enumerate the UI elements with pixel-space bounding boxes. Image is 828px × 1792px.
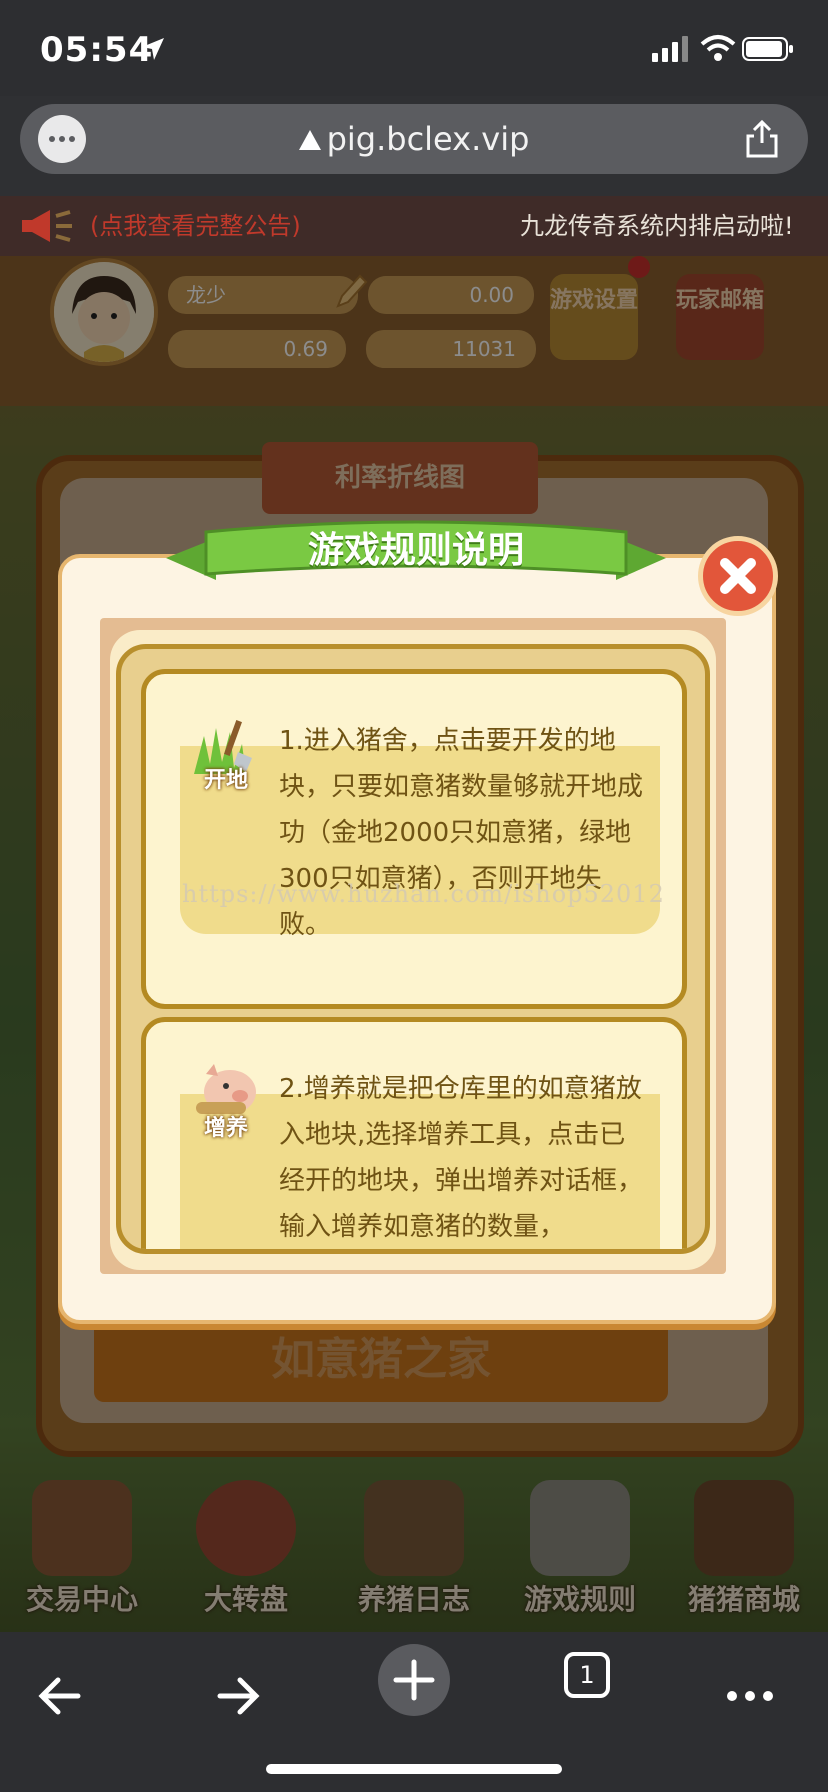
share-icon[interactable]: [742, 119, 782, 159]
rule-card: 增养 2.增养就是把仓库里的如意猪放入地块,选择增养工具，点击已经开的地块，弹出…: [141, 1017, 687, 1249]
insecure-warning-icon: [298, 130, 321, 150]
battery-icon: [742, 37, 793, 61]
wifi-icon: [700, 35, 736, 61]
watermark-text: https://www.huzhan.com/ishop52012: [182, 880, 665, 908]
announcement-link[interactable]: (点我查看完整公告): [90, 204, 301, 248]
close-button[interactable]: [698, 536, 778, 616]
forward-icon[interactable]: [206, 1664, 270, 1728]
status-bar: 05:54: [0, 0, 828, 96]
more-icon[interactable]: [718, 1664, 782, 1728]
announcement-marquee: 九龙传奇系统内排启动啦!: [520, 212, 794, 240]
rule-card: 开地 1.进入猪舍，点击要开发的地块，只要如意猪数量够就开地成功（金地2000只…: [141, 669, 687, 1009]
pig-icon: 增养: [186, 1062, 266, 1142]
rule-text: 1.进入猪舍，点击要开发的地块，只要如意猪数量够就开地成功（金地2000只如意猪…: [279, 726, 644, 940]
new-tab-button[interactable]: [378, 1644, 450, 1716]
rules-scroll-area[interactable]: 开地 1.进入猪舍，点击要开发的地块，只要如意猪数量够就开地成功（金地2000只…: [116, 644, 710, 1254]
announcement-bar[interactable]: (点我查看完整公告) 九龙传奇系统内排启动啦!: [0, 196, 828, 256]
back-icon[interactable]: [30, 1664, 94, 1728]
address-bar[interactable]: pig.bclex.vip: [20, 104, 808, 174]
rule-text: 2.增养就是把仓库里的如意猪放入地块,选择增养工具，点击已经开的地块，弹出增养对…: [279, 1074, 644, 1242]
megaphone-icon: [22, 210, 72, 242]
cellular-signal-icon: [652, 36, 688, 62]
location-arrow-icon: [142, 38, 164, 60]
home-indicator: [266, 1764, 562, 1774]
url-text: pig.bclex.vip: [326, 120, 530, 158]
rule-tag: 增养: [203, 1116, 248, 1141]
tabs-button[interactable]: 1: [564, 1652, 610, 1698]
status-time: 05:54: [40, 30, 154, 70]
plus-icon: [393, 1659, 435, 1701]
close-icon: [720, 558, 756, 594]
shovel-grass-icon: 开地: [186, 714, 266, 794]
rule-tag: 开地: [203, 768, 248, 793]
url-display[interactable]: pig.bclex.vip: [20, 104, 808, 174]
dialog-title: 游戏规则说明: [307, 530, 524, 571]
